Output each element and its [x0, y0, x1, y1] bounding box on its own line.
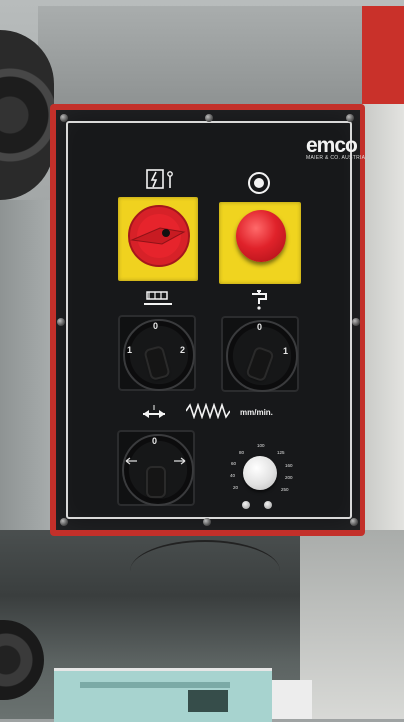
feed-rate-knob[interactable] — [243, 456, 277, 490]
floor-right — [300, 530, 404, 719]
feed-direction-switch-handle[interactable] — [148, 468, 164, 496]
coolant-label-1: 1 — [283, 346, 289, 356]
spindle-label-0: 0 — [153, 321, 159, 331]
machine-red-trim — [362, 6, 384, 104]
feed-rate-spring-icon — [186, 403, 230, 419]
feed-scale-80: 80 — [239, 450, 245, 455]
feed-scale-20: 20 — [233, 485, 239, 490]
spindle-label-1: 1 — [127, 345, 133, 355]
brand-subtitle: MAIER & CO. AUSTRIA — [306, 155, 366, 161]
feed-left-arrow-icon — [125, 457, 137, 465]
feed-scale-125: 125 — [277, 450, 285, 455]
feed-scale-160: 160 — [285, 463, 293, 468]
label-sheet — [272, 680, 312, 719]
manual-booklet — [54, 668, 272, 722]
coolant-tap-icon — [252, 290, 267, 310]
screw-icon — [60, 114, 68, 122]
power-cable — [130, 540, 280, 602]
screw-icon — [350, 518, 358, 526]
screw-icon — [203, 518, 211, 526]
feed-direction-label-0: 0 — [152, 436, 158, 446]
feed-scale-60: 60 — [231, 461, 237, 466]
manual-booklet-image — [188, 690, 228, 712]
machine-side-strip — [0, 200, 55, 530]
feed-scale-40: 40 — [230, 473, 236, 478]
mains-power-icon — [146, 169, 173, 189]
spindle-switch[interactable]: 1 0 2 — [118, 315, 196, 391]
indicator-lamp — [242, 501, 250, 509]
emergency-stop-button[interactable] — [236, 210, 286, 262]
screw-icon — [346, 114, 354, 122]
screw-icon — [57, 318, 65, 326]
spindle-label-2: 2 — [180, 345, 186, 355]
feed-scale-250: 250 — [281, 487, 289, 492]
feed-scale-200: 200 — [285, 475, 293, 480]
feed-direction-switch[interactable]: 0 — [117, 430, 195, 506]
coolant-switch[interactable]: 0 1 — [221, 316, 299, 392]
manual-booklet-text — [80, 682, 230, 688]
indicator-lamp — [264, 501, 272, 509]
screw-icon — [205, 114, 213, 122]
stop-symbol-icon — [248, 172, 270, 194]
screw-icon — [60, 518, 68, 526]
machine-table-icon — [144, 291, 172, 305]
feed-rate-units: mm/min. — [240, 408, 273, 417]
coolant-label-0: 0 — [257, 322, 263, 332]
machine-top-housing — [38, 6, 404, 106]
main-switch[interactable] — [126, 200, 192, 276]
feed-direction-icon — [143, 405, 165, 418]
screw-icon — [352, 318, 360, 326]
control-panel-border — [66, 121, 352, 519]
feed-right-arrow-icon — [174, 457, 186, 465]
feed-scale-100: 100 — [257, 443, 265, 448]
